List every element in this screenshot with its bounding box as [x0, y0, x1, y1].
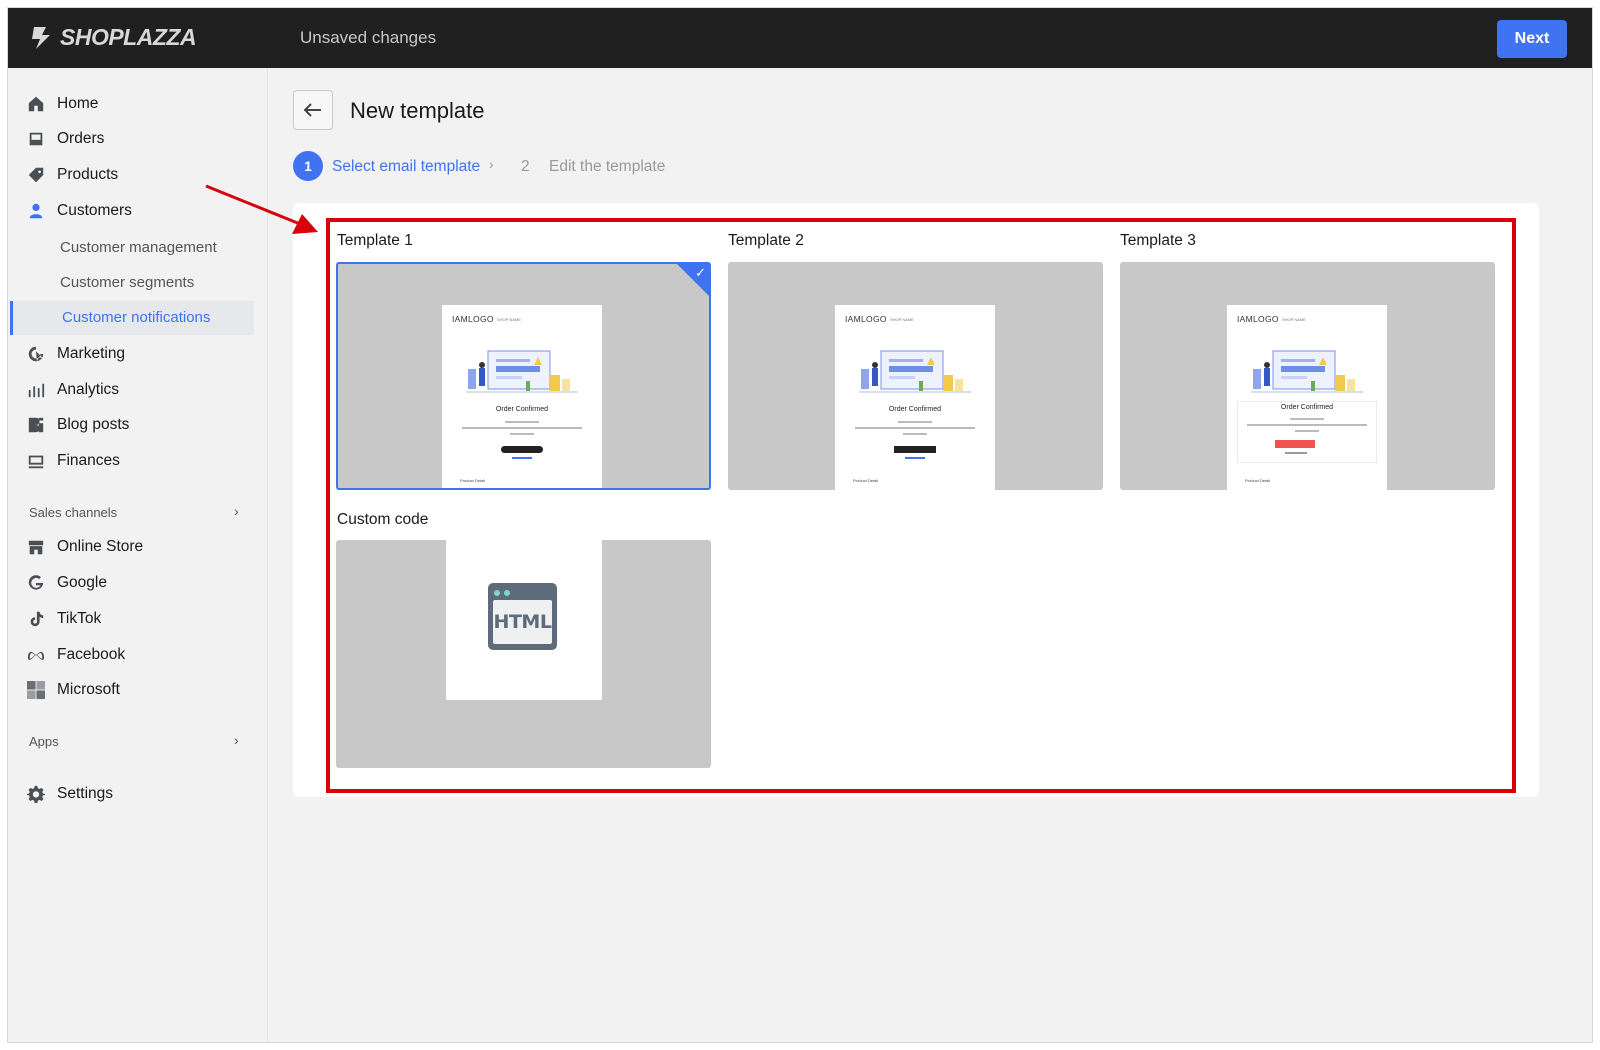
sidebar-item-label: Finances: [57, 452, 120, 469]
finances-icon: [26, 451, 46, 471]
gear-icon: [26, 784, 46, 804]
chevron-right-icon[interactable]: ›: [234, 732, 239, 748]
analytics-icon: [26, 380, 46, 400]
sidebar-subitem-customer-notifications[interactable]: Customer notifications: [10, 301, 254, 335]
tag-icon: [26, 165, 46, 185]
step-2-label[interactable]: Edit the template: [549, 158, 665, 176]
sidebar-item-label: TikTok: [57, 610, 102, 627]
next-button[interactable]: Next: [1497, 20, 1567, 58]
sidebar-item-blog-posts[interactable]: Blog posts: [26, 410, 129, 440]
sidebar-item-label: Online Store: [57, 538, 144, 555]
sidebar-item-customers[interactable]: Customers: [26, 196, 132, 226]
sidebar-subitem-customer-management[interactable]: Customer management: [60, 239, 217, 256]
sidebar-item-label: Home: [57, 95, 99, 112]
shoplazza-logo[interactable]: SHOPLAZZA: [30, 24, 197, 51]
page-title: New template: [350, 98, 485, 123]
sidebar-item-orders[interactable]: Orders: [26, 124, 104, 154]
sidebar-item-label: Orders: [57, 130, 105, 147]
sidebar-item-label: Marketing: [57, 345, 126, 362]
tiktok-icon: [26, 609, 46, 629]
sidebar-item-tiktok[interactable]: TikTok: [26, 604, 101, 634]
sidebar-item-label: Facebook: [57, 646, 126, 663]
highlight-box: [326, 218, 1516, 793]
sidebar-item-settings[interactable]: Settings: [26, 779, 113, 809]
sidebar-item-finances[interactable]: Finances: [26, 446, 120, 476]
unsaved-status: Unsaved changes: [300, 28, 437, 47]
logo-icon: [32, 26, 50, 49]
sidebar-item-label: Microsoft: [57, 681, 120, 698]
step-2-number: 2: [521, 158, 530, 175]
meta-icon: [26, 645, 46, 665]
sidebar-item-analytics[interactable]: Analytics: [26, 375, 119, 405]
sidebar-item-marketing[interactable]: Marketing: [26, 339, 125, 369]
apps-label: Apps: [29, 734, 59, 749]
back-button[interactable]: [293, 90, 333, 130]
top-bar: SHOPLAZZA Unsaved changes Next: [8, 8, 1592, 68]
google-icon: [26, 573, 46, 593]
step-1-number: 1: [293, 151, 323, 181]
logo-text: SHOPLAZZA: [60, 24, 197, 50]
sidebar-item-online-store[interactable]: Online Store: [26, 532, 143, 562]
app-window: SHOPLAZZA Unsaved changes Next Home Orde…: [7, 7, 1593, 1043]
sidebar-item-products[interactable]: Products: [26, 160, 118, 190]
person-icon: [26, 201, 46, 221]
sidebar-item-label: Customers: [57, 202, 132, 219]
sidebar-item-label: Products: [57, 166, 119, 183]
sidebar-item-label: Settings: [57, 785, 114, 802]
sidebar-item-microsoft[interactable]: Microsoft: [26, 675, 120, 705]
sidebar-item-label: Customer notifications: [62, 309, 211, 326]
marketing-icon: [26, 344, 46, 364]
store-icon: [26, 537, 46, 557]
sidebar-item-home[interactable]: Home: [26, 89, 98, 119]
sidebar: Home Orders Products Customers Customer …: [8, 68, 268, 1042]
sidebar-item-label: Google: [57, 574, 107, 591]
blog-icon: [26, 415, 46, 435]
sales-channels-label: Sales channels: [29, 505, 118, 520]
step-1-label[interactable]: Select email template: [332, 158, 480, 176]
orders-icon: [26, 129, 46, 149]
arrow-left-icon: [304, 103, 321, 117]
chevron-right-icon[interactable]: ›: [234, 503, 239, 519]
home-icon: [26, 94, 46, 114]
sidebar-item-label: Analytics: [57, 381, 120, 398]
sidebar-subitem-customer-segments[interactable]: Customer segments: [60, 274, 194, 291]
sidebar-item-facebook[interactable]: Facebook: [26, 640, 125, 670]
sidebar-item-google[interactable]: Google: [26, 568, 107, 598]
microsoft-icon: [26, 680, 46, 700]
chevron-right-icon: ›: [489, 156, 494, 172]
sidebar-item-label: Blog posts: [57, 416, 130, 433]
